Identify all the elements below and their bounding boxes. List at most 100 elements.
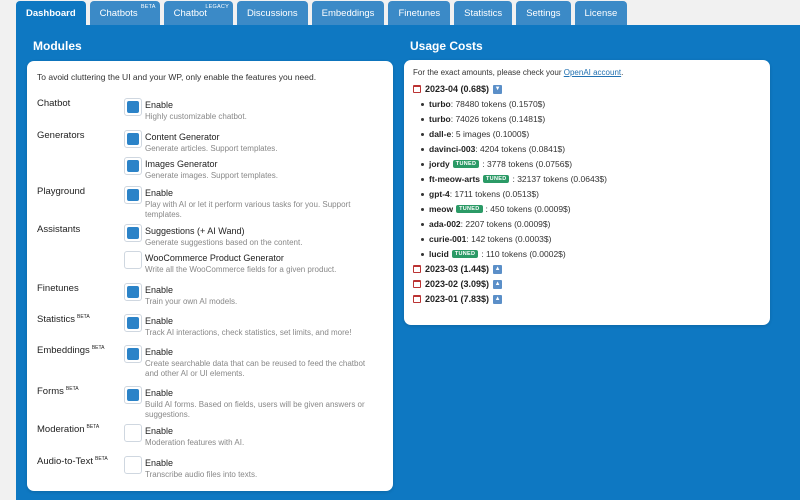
- tuned-badge: TUNED: [483, 175, 510, 183]
- option-description: Write all the WooCommerce fields for a g…: [145, 265, 337, 274]
- finetunes-enable-checkbox[interactable]: [124, 283, 142, 301]
- tuned-badge: TUNED: [451, 250, 479, 258]
- openai-account-link[interactable]: OpenAI account: [564, 68, 621, 77]
- generators-images-generator-checkbox[interactable]: [124, 157, 142, 175]
- moderation-enable-checkbox[interactable]: [124, 424, 142, 442]
- option-description: Build AI forms. Based on fields, users w…: [145, 400, 365, 419]
- tab-finetunes[interactable]: Finetunes: [388, 1, 451, 25]
- calendar-icon: [413, 265, 421, 273]
- usage-detail: : 74026 tokens (0.1481$): [450, 114, 546, 124]
- bullet-icon: [421, 207, 424, 211]
- usage-detail: : 32137 tokens (0.0643$): [512, 174, 607, 184]
- tab-dashboard[interactable]: Dashboard: [16, 1, 86, 25]
- assistants-woocommerce-product-generator-checkbox[interactable]: [124, 251, 142, 269]
- module-label: Playground: [37, 186, 86, 197]
- bullet-icon: [421, 252, 424, 256]
- tuned-badge: TUNED: [452, 160, 480, 168]
- module-label: Finetunes: [37, 283, 79, 294]
- module-label: Embeddings BETA: [37, 345, 105, 357]
- option-description: Create searchable data that can be reuse…: [145, 359, 366, 378]
- tab-discussions[interactable]: Discussions: [236, 1, 308, 25]
- option-title[interactable]: Enable: [145, 347, 173, 357]
- model-name: jordy: [429, 159, 450, 169]
- usage-detail: : 450 tokens (0.0009$): [485, 204, 571, 214]
- option-title[interactable]: WooCommerce Product Generator: [145, 253, 284, 263]
- model-name: curie-001: [429, 234, 467, 244]
- option-title[interactable]: Enable: [145, 285, 173, 295]
- beta-badge: BETA: [86, 424, 100, 430]
- usage-item: ft-meow-arts TUNED: 32137 tokens (0.0643$…: [421, 174, 607, 184]
- tab-embeddings[interactable]: Embeddings: [311, 1, 385, 25]
- usage-month: 2023-02 (3.09$) ▲: [413, 279, 503, 289]
- module-label: Chatbot: [37, 98, 71, 109]
- usage-month: 2023-04 (0.68$) ▼: [413, 84, 503, 94]
- tab-settings[interactable]: Settings: [516, 1, 571, 25]
- usage-item: curie-001: 142 tokens (0.0003$): [421, 234, 551, 244]
- expand-arrow-icon[interactable]: ▲: [493, 294, 503, 304]
- expand-arrow-icon[interactable]: ▲: [493, 264, 503, 274]
- tab-statistics[interactable]: Statistics: [454, 1, 513, 25]
- usage-detail: : 142 tokens (0.0003$): [466, 234, 552, 244]
- tab-legacy-badge: LEGACY: [205, 4, 229, 10]
- audio-to-text-enable-checkbox[interactable]: [124, 456, 142, 474]
- collapse-arrow-icon[interactable]: ▼: [493, 84, 503, 94]
- usage-item: turbo: 78480 tokens (0.1570$): [421, 99, 545, 109]
- usage-month: 2023-03 (1.44$) ▲: [413, 264, 503, 274]
- usage-item: dall-e: 5 images (0.1000$): [421, 129, 529, 139]
- bullet-icon: [421, 147, 424, 151]
- option-description: Play with AI or let it perform various t…: [145, 200, 351, 219]
- usage-note: For the exact amounts, please check your…: [413, 68, 624, 77]
- option-title[interactable]: Enable: [145, 188, 173, 198]
- model-name: turbo: [429, 114, 451, 124]
- expand-arrow-icon[interactable]: ▲: [493, 279, 503, 289]
- usage-detail: : 1711 tokens (0.0513$): [449, 189, 539, 199]
- option-description: Train your own AI models.: [145, 297, 238, 306]
- playground-enable-checkbox[interactable]: [124, 186, 142, 204]
- option-title[interactable]: Enable: [145, 388, 173, 398]
- tab-chatbot-legacy[interactable]: Chatbot LEGACY: [163, 1, 233, 25]
- usage-detail: : 110 tokens (0.0002$): [481, 249, 566, 259]
- module-label: Moderation BETA: [37, 424, 100, 436]
- bullet-icon: [421, 177, 424, 181]
- option-description: Generate images. Support templates.: [145, 171, 278, 180]
- calendar-icon: [413, 295, 421, 303]
- chatbot-enable-checkbox[interactable]: [124, 98, 142, 116]
- usage-detail: : 3778 tokens (0.0756$): [482, 159, 573, 169]
- usage-costs-card: For the exact amounts, please check your…: [404, 60, 770, 325]
- calendar-icon: [413, 85, 421, 93]
- usage-month: 2023-01 (7.83$) ▲: [413, 294, 503, 304]
- modules-card: To avoid cluttering the UI and your WP, …: [27, 61, 393, 491]
- statistics-enable-checkbox[interactable]: [124, 314, 142, 332]
- model-name: lucid: [429, 249, 449, 259]
- option-title[interactable]: Enable: [145, 458, 173, 468]
- option-title[interactable]: Enable: [145, 426, 173, 436]
- usage-item: gpt-4: 1711 tokens (0.0513$): [421, 189, 539, 199]
- calendar-icon: [413, 280, 421, 288]
- tuned-badge: TUNED: [456, 205, 483, 213]
- module-label: Statistics BETA: [37, 314, 90, 326]
- bullet-icon: [421, 102, 424, 106]
- embeddings-enable-checkbox[interactable]: [124, 345, 142, 363]
- option-title[interactable]: Images Generator: [145, 159, 218, 169]
- option-title[interactable]: Enable: [145, 316, 173, 326]
- usage-item: lucid TUNED: 110 tokens (0.0002$): [421, 249, 566, 259]
- usage-detail: : 78480 tokens (0.1570$): [450, 99, 546, 109]
- beta-badge: BETA: [91, 345, 105, 351]
- usage-detail: : 2207 tokens (0.0009$): [460, 219, 551, 229]
- usage-item: ada-002: 2207 tokens (0.0009$): [421, 219, 550, 229]
- option-title[interactable]: Suggestions (+ AI Wand): [145, 226, 244, 236]
- tab-chatbots[interactable]: Chatbots BETA: [89, 1, 160, 25]
- module-label: Audio-to-Text BETA: [37, 456, 108, 468]
- module-label: Assistants: [37, 224, 81, 235]
- tab-license[interactable]: License: [574, 1, 628, 25]
- usage-item: meow TUNED: 450 tokens (0.0009$): [421, 204, 571, 214]
- generators-content-generator-checkbox[interactable]: [124, 130, 142, 148]
- bullet-icon: [421, 117, 424, 121]
- bullet-icon: [421, 222, 424, 226]
- bullet-icon: [421, 162, 424, 166]
- forms-enable-checkbox[interactable]: [124, 386, 142, 404]
- option-title[interactable]: Content Generator: [145, 132, 220, 142]
- assistants-suggestions-ai-wand-checkbox[interactable]: [124, 224, 142, 242]
- option-title[interactable]: Enable: [145, 100, 173, 110]
- bullet-icon: [421, 132, 424, 136]
